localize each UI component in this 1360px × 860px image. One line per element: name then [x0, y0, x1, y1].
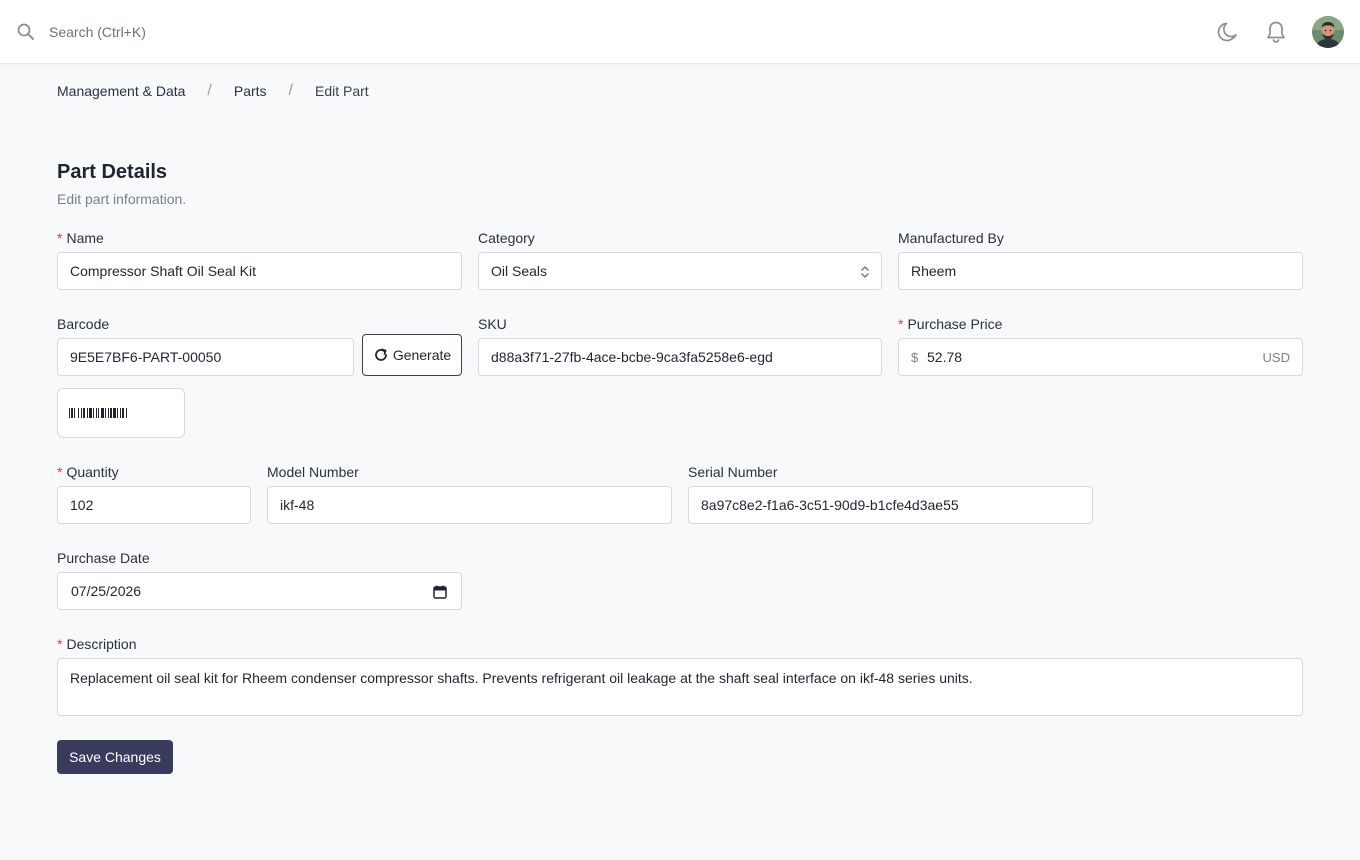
page-title: Part Details	[57, 161, 168, 183]
required-mark: *	[57, 636, 63, 652]
required-mark: *	[57, 464, 63, 480]
avatar[interactable]	[1312, 16, 1344, 48]
purchase-date-value: 07/25/2026	[71, 583, 142, 599]
calendar-icon[interactable]	[433, 585, 447, 599]
moon-icon[interactable]	[1215, 19, 1241, 45]
required-mark: *	[57, 230, 63, 246]
description-label: * Description	[57, 636, 136, 652]
serial-number-input[interactable]	[688, 486, 1093, 524]
purchase-date-label: Purchase Date	[57, 550, 150, 566]
category-select[interactable]: Oil Seals	[478, 252, 882, 290]
breadcrumb: Management & Data / Parts / Edit Part	[57, 82, 369, 100]
manufactured-by-input[interactable]	[898, 252, 1303, 290]
manufactured-by-label: Manufactured By	[898, 230, 1004, 246]
generate-label: Generate	[392, 347, 452, 363]
purchase-price-label-text: Purchase Price	[907, 316, 1003, 332]
refresh-icon	[374, 348, 387, 361]
breadcrumb-edit-part: Edit Part	[315, 83, 369, 99]
top-bar	[0, 0, 1360, 64]
required-mark: *	[898, 316, 904, 332]
quantity-label-text: Quantity	[66, 464, 119, 480]
sku-label: SKU	[478, 316, 507, 332]
search-input[interactable]	[49, 24, 349, 40]
description-textarea[interactable]: Replacement oil seal kit for Rheem conde…	[57, 658, 1303, 716]
breadcrumb-separator: /	[207, 82, 212, 99]
search-bar	[16, 20, 349, 44]
save-changes-button[interactable]: Save Changes	[57, 740, 173, 774]
barcode-label: Barcode	[57, 316, 110, 332]
model-number-label: Model Number	[267, 464, 359, 480]
quantity-input[interactable]	[57, 486, 251, 524]
search-icon	[17, 23, 34, 40]
user-avatar-icon	[1312, 16, 1344, 48]
breadcrumb-management-data[interactable]: Management & Data	[57, 83, 185, 99]
category-value: Oil Seals	[491, 263, 548, 279]
barcode-image	[69, 408, 127, 418]
select-arrows-icon	[861, 266, 869, 278]
breadcrumb-separator: /	[288, 82, 293, 99]
sku-input[interactable]	[478, 338, 882, 376]
breadcrumb-parts[interactable]: Parts	[234, 83, 267, 99]
purchase-date-input[interactable]: 07/25/2026	[57, 572, 462, 610]
name-input[interactable]	[57, 252, 462, 290]
purchase-price-label: * Purchase Price	[898, 316, 1002, 332]
bell-icon[interactable]	[1263, 19, 1289, 45]
page-subtitle: Edit part information.	[57, 191, 187, 207]
quantity-label: * Quantity	[57, 464, 119, 480]
name-label: * Name	[57, 230, 104, 246]
description-label-text: Description	[66, 636, 137, 652]
purchase-price-field: $ USD	[898, 338, 1303, 376]
barcode-preview	[57, 388, 185, 438]
serial-number-label: Serial Number	[688, 464, 778, 480]
model-number-input[interactable]	[267, 486, 672, 524]
currency-suffix: USD	[1262, 350, 1290, 365]
name-label-text: Name	[66, 230, 104, 246]
barcode-input[interactable]	[57, 338, 354, 376]
category-label: Category	[478, 230, 535, 246]
currency-prefix: $	[911, 350, 919, 365]
purchase-price-input[interactable]	[927, 339, 1247, 375]
generate-barcode-button[interactable]: Generate	[362, 334, 462, 376]
